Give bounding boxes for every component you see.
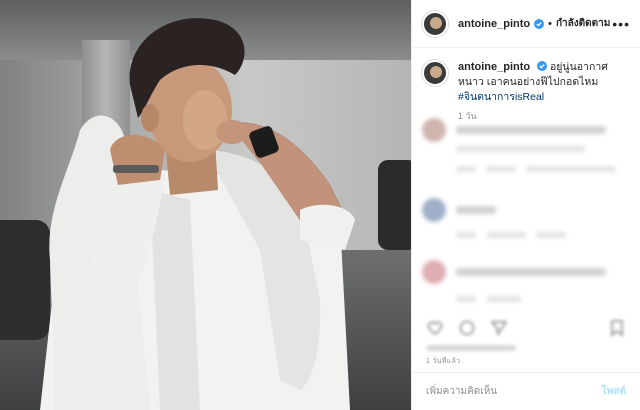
- post-photo[interactable]: [0, 0, 411, 410]
- add-comment-bar: เพิ่มความคิดเห็น โพสต์: [412, 372, 640, 410]
- follow-status-button[interactable]: กำลังติดตาม: [556, 16, 610, 31]
- caption-hashtag[interactable]: #จินตนาการisReal: [458, 91, 544, 103]
- post-timestamp: 1 วันที่แล้ว: [426, 358, 461, 365]
- post-side-panel: antoine_pinto • กำลังติดตาม ••• antoine_…: [411, 0, 640, 410]
- list-item: [456, 232, 630, 238]
- list-item: [422, 198, 630, 222]
- list-item: [456, 166, 630, 172]
- caption-author-avatar[interactable]: [422, 60, 448, 86]
- comment-icon[interactable]: [458, 319, 476, 337]
- caption-text: antoine_pinto อยู่นู่นอากาศหนาว เอาคนอย่…: [458, 60, 630, 105]
- list-item: [422, 118, 630, 142]
- header-separator: •: [548, 17, 552, 30]
- comment-input[interactable]: เพิ่มความคิดเห็น: [426, 384, 497, 399]
- verified-badge-icon: [534, 18, 545, 29]
- caption: antoine_pinto อยู่นู่นอากาศหนาว เอาคนอย่…: [412, 48, 640, 105]
- photo-person: [40, 18, 355, 410]
- heart-icon[interactable]: [426, 319, 444, 337]
- author-username[interactable]: antoine_pinto: [458, 18, 530, 30]
- author-avatar[interactable]: [422, 10, 448, 37]
- verified-badge-icon: [537, 61, 548, 71]
- post-comment-button[interactable]: โพสต์: [601, 384, 626, 399]
- post-header: antoine_pinto • กำลังติดตาม •••: [412, 0, 640, 48]
- instagram-post: antoine_pinto • กำลังติดตาม ••• antoine_…: [0, 0, 640, 410]
- bookmark-icon[interactable]: [608, 319, 626, 337]
- likes-count-blurred: [426, 345, 516, 351]
- blurred-comments: [412, 110, 640, 310]
- list-item: [456, 146, 630, 152]
- caption-username[interactable]: antoine_pinto: [458, 61, 530, 73]
- ellipsis-icon[interactable]: •••: [612, 16, 630, 32]
- share-icon[interactable]: [490, 319, 508, 337]
- list-item: [422, 260, 630, 284]
- list-item: [456, 296, 630, 302]
- action-bar: [412, 312, 640, 344]
